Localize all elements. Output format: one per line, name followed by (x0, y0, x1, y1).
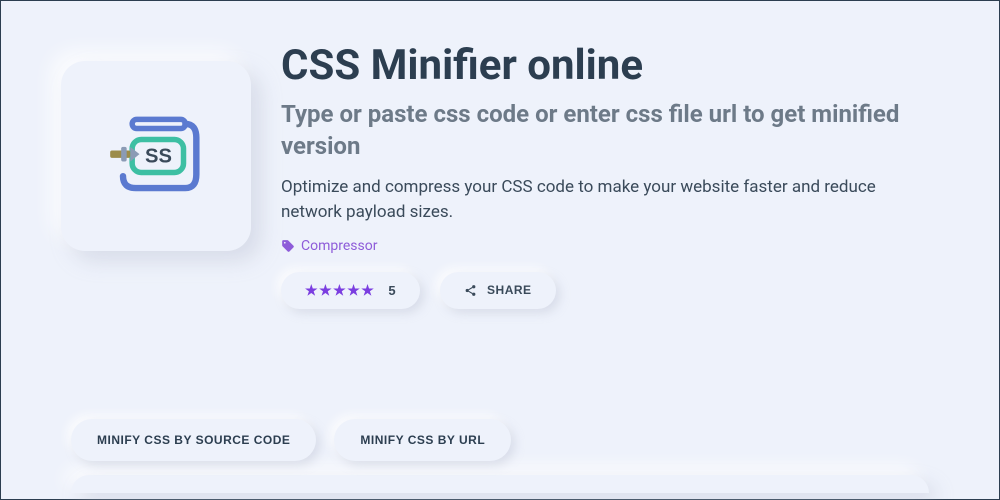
stars-display: ★ ★ ★ ★ ★ (305, 282, 374, 299)
tag-row: Compressor (281, 238, 939, 254)
tab-source-code[interactable]: MINIFY CSS BY SOURCE CODE (71, 419, 316, 461)
share-button[interactable]: SHARE (440, 272, 556, 309)
share-label: SHARE (487, 283, 532, 297)
header-row: SS CSS Minifier online Type or paste css… (61, 41, 939, 309)
svg-text:SS: SS (145, 145, 172, 167)
rating-value: 5 (388, 283, 396, 298)
star-icon: ★ (305, 282, 318, 299)
page-subtitle: Type or paste css code or enter css file… (281, 98, 939, 163)
mode-tabs: MINIFY CSS BY SOURCE CODE MINIFY CSS BY … (71, 419, 939, 461)
star-icon: ★ (361, 282, 374, 299)
page-description: Optimize and compress your CSS code to m… (281, 175, 939, 226)
editor-surface (71, 475, 929, 493)
header-content: CSS Minifier online Type or paste css co… (281, 41, 939, 309)
star-icon: ★ (333, 282, 346, 299)
star-icon: ★ (319, 282, 332, 299)
tab-by-url[interactable]: MINIFY CSS BY URL (334, 419, 511, 461)
tag-icon (281, 239, 295, 253)
tool-icon-card: SS (61, 61, 251, 251)
actions-row: ★ ★ ★ ★ ★ 5 SHARE (281, 272, 939, 309)
star-icon: ★ (347, 282, 360, 299)
css-clamp-icon: SS (101, 101, 211, 211)
category-tag-link[interactable]: Compressor (301, 238, 377, 254)
rating-pill[interactable]: ★ ★ ★ ★ ★ 5 (281, 272, 420, 309)
page-container: SS CSS Minifier online Type or paste css… (1, 1, 999, 493)
share-icon (464, 284, 477, 297)
page-title: CSS Minifier online (281, 41, 939, 90)
